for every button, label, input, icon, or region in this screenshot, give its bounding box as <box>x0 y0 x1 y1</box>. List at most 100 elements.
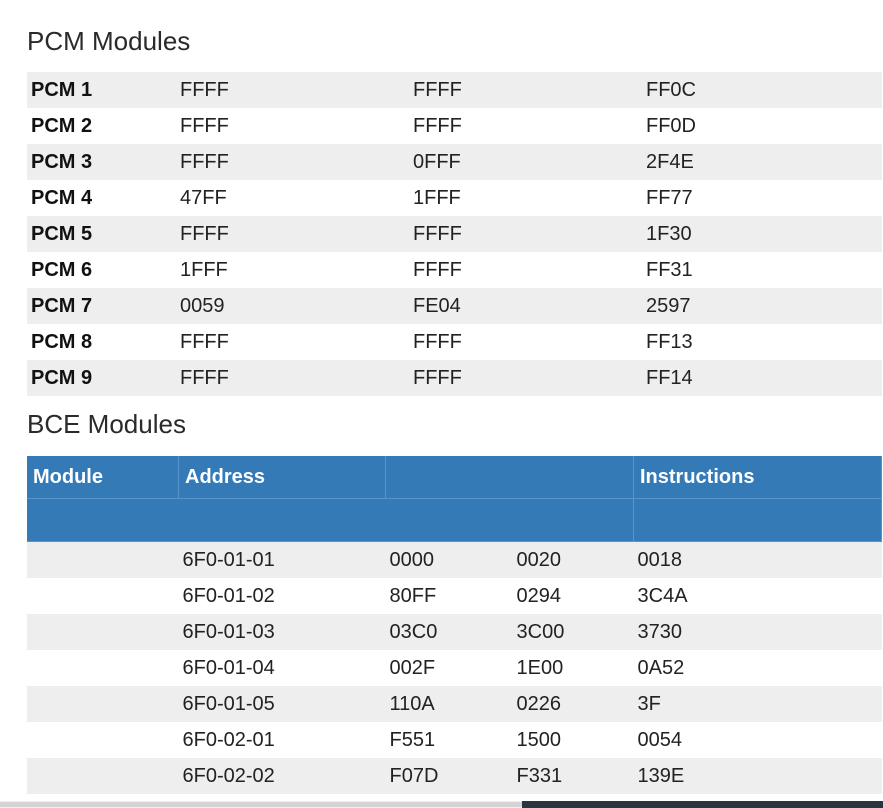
pcm-value-cell: FF0C <box>642 72 882 108</box>
scrollbar-thumb[interactable] <box>522 801 883 808</box>
pcm-value-cell: FF77 <box>646 186 693 209</box>
bce-row: 6F0-02-02 F07D F331 139E <box>27 758 882 794</box>
instructions-column-header[interactable]: Instructions <box>633 456 882 499</box>
bce-instruction-cell: F551 <box>389 728 436 751</box>
bce-instruction-cell: 0020 <box>512 541 634 578</box>
pcm-value-cell: FFFF <box>413 258 462 281</box>
pcm-value-cell: 2597 <box>642 288 882 324</box>
bce-instruction-cell: 3F <box>633 686 882 722</box>
pcm-module-name: PCM 3 <box>27 144 176 180</box>
pcm-value-cell: FFFF <box>413 330 462 353</box>
scrollbar-track[interactable] <box>0 802 522 807</box>
pcm-row: PCM 6 1FFF FFFF FF31 <box>27 252 882 288</box>
bce-instruction-cell: 0294 <box>516 584 562 607</box>
bce-row: 6F0-01-01 0000 0020 0018 <box>27 541 882 578</box>
pcm-value-cell: 0FFF <box>409 144 642 180</box>
bce-instruction-cell: 3C00 <box>512 614 634 650</box>
bce-address-cell: 6F0-01-03 <box>178 614 386 650</box>
bce-row: 6F0-01-05 110A 0226 3F <box>27 686 882 722</box>
pcm-value-cell: 1FFF <box>180 258 228 281</box>
pcm-row: PCM 3 FFFF 0FFF 2F4E <box>27 144 882 180</box>
pcm-table: PCM 1 FFFF FFFF FF0C PCM 2 FFFF FFFF FF0D PCM 3F… <box>27 72 882 396</box>
bce-instruction-cell: 0054 <box>637 728 683 751</box>
bce-instruction-cell: 0018 <box>633 541 882 578</box>
bce-address-cell: 6F0-01-05 <box>178 686 386 722</box>
bce-module-cell <box>27 614 179 650</box>
bce-module-cell <box>27 650 179 686</box>
bce-instruction-cell: 80FF <box>389 584 437 607</box>
pcm-value-cell: 1F30 <box>642 216 882 252</box>
bce-row: 6F0-01-04 002F 1E00 0A52 <box>27 650 882 686</box>
bce-instruction-cell: 110A <box>385 686 513 722</box>
pcm-value-cell: FFFF <box>180 114 229 137</box>
bce-instruction-cell: 139E <box>633 758 882 794</box>
bce-address-cell: 6F0-01-04 <box>182 656 275 679</box>
blank-column-header <box>385 456 634 499</box>
bce-row: 6F0-01-02 80FF 0294 3C4A <box>27 578 882 614</box>
pcm-value-cell: FF0D <box>646 114 696 137</box>
bce-address-cell: 6F0-01-01 <box>178 541 386 578</box>
pcm-value-cell: 0059 <box>176 288 409 324</box>
bce-module-cell <box>27 722 179 758</box>
pcm-value-cell: FF31 <box>646 258 693 281</box>
bce-instruction-cell: 002F <box>389 656 436 679</box>
bce-instruction-cell: 0A52 <box>637 656 685 679</box>
module-column-header[interactable]: Module <box>27 456 179 499</box>
bce-module-cell <box>27 758 179 794</box>
bce-instruction-cell: 3730 <box>633 614 882 650</box>
pcm-row: PCM 1 FFFF FFFF FF0C <box>27 72 882 108</box>
bce-instruction-cell: 1500 <box>516 728 562 751</box>
bce-address-cell: 6F0-02-01 <box>182 728 275 751</box>
bce-module-cell <box>27 686 179 722</box>
pcm-value-cell: FFFF <box>413 114 462 137</box>
filter-row-cell <box>633 498 882 542</box>
pcm-value-cell: 1FFF <box>413 186 461 209</box>
pcm-module-name: PCM 7 <box>27 288 176 324</box>
filter-row-cell <box>27 498 634 542</box>
bce-instruction-cell: 1E00 <box>516 656 564 679</box>
pcm-value-cell: FF13 <box>646 330 693 353</box>
pcm-value-cell: 47FF <box>180 186 227 209</box>
bce-instruction-cell: 0000 <box>385 541 513 578</box>
pcm-module-name: PCM 4 <box>31 186 93 209</box>
bce-row: 6F0-01-03 03C0 3C00 3730 <box>27 614 882 650</box>
bce-address-cell: 6F0-01-02 <box>182 584 275 607</box>
bce-address-cell: 6F0-02-02 <box>178 758 386 794</box>
pcm-row: PCM 7 0059 FE04 2597 <box>27 288 882 324</box>
pcm-value-cell: 2F4E <box>642 144 882 180</box>
pcm-module-name: PCM 1 <box>27 72 176 108</box>
pcm-module-name: PCM 8 <box>31 330 93 353</box>
pcm-row: PCM 8 FFFF FFFF FF13 <box>27 324 882 360</box>
bce-instruction-cell: 3C4A <box>637 584 688 607</box>
bce-section-title: BCE Modules <box>27 409 186 439</box>
pcm-value-cell: FFFF <box>409 360 642 396</box>
pcm-value-cell: FFFF <box>176 216 409 252</box>
bce-instruction-cell: 0226 <box>512 686 634 722</box>
bce-module-cell <box>27 541 179 578</box>
pcm-row: PCM 4 47FF 1FFF FF77 <box>27 180 882 216</box>
pcm-module-name: PCM 2 <box>31 114 93 137</box>
bce-module-cell <box>27 578 179 614</box>
pcm-row: PCM 9 FFFF FFFF FF14 <box>27 360 882 396</box>
bce-table: Module Address Instructions 6F0-01-01 000… <box>27 456 882 794</box>
address-column-header[interactable]: Address <box>178 456 386 499</box>
bce-instruction-cell: 03C0 <box>385 614 513 650</box>
pcm-section-title: PCM Modules <box>27 26 191 56</box>
pcm-value-cell: FFFF <box>176 144 409 180</box>
pcm-value-cell: FFFF <box>176 360 409 396</box>
pcm-row: PCM 2 FFFF FFFF FF0D <box>27 108 882 144</box>
pcm-module-name: PCM 5 <box>27 216 176 252</box>
bce-row: 6F0-02-01 F551 1500 0054 <box>27 722 882 758</box>
bce-instruction-cell: F07D <box>385 758 513 794</box>
pcm-value-cell: FFFF <box>409 216 642 252</box>
pcm-value-cell: FF14 <box>642 360 882 396</box>
pcm-row: PCM 5 FFFF FFFF 1F30 <box>27 216 882 252</box>
pcm-module-name: PCM 9 <box>27 360 176 396</box>
pcm-value-cell: FFFF <box>409 72 642 108</box>
pcm-value-cell: FFFF <box>180 330 229 353</box>
bce-instruction-cell: F331 <box>512 758 634 794</box>
pcm-value-cell: FE04 <box>409 288 642 324</box>
pcm-value-cell: FFFF <box>176 72 409 108</box>
horizontal-scrollbar[interactable] <box>0 801 883 808</box>
pcm-module-name: PCM 6 <box>31 258 93 281</box>
